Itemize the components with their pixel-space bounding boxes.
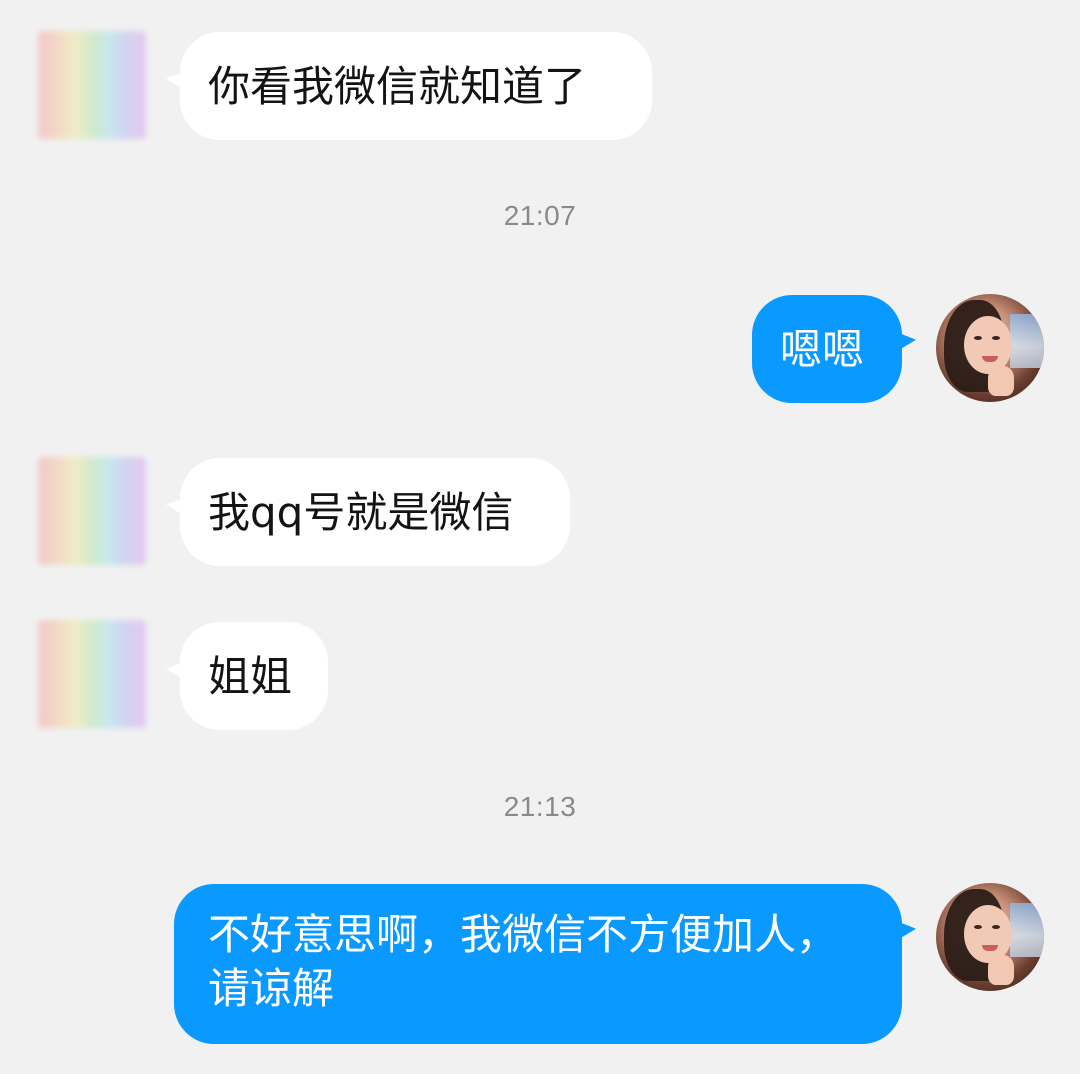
contact-avatar[interactable] bbox=[38, 457, 146, 565]
timestamp: 21:13 bbox=[503, 791, 577, 822]
timestamp: 21:07 bbox=[503, 200, 577, 231]
avatar-eye bbox=[992, 925, 1000, 929]
message-bubble-incoming[interactable]: 你看我微信就知道了 bbox=[180, 32, 652, 140]
contact-avatar[interactable] bbox=[38, 620, 146, 728]
avatar-hand bbox=[988, 366, 1014, 396]
avatar-eye bbox=[992, 336, 1000, 340]
message-text: 姐姐 bbox=[208, 652, 293, 701]
self-avatar[interactable] bbox=[936, 294, 1044, 402]
message-bubble-incoming[interactable]: 我qq号就是微信 bbox=[180, 458, 570, 566]
avatar-background bbox=[1010, 314, 1044, 368]
message-text: 你看我微信就知道了 bbox=[208, 62, 587, 111]
message-bubble-outgoing[interactable]: 嗯嗯 bbox=[752, 295, 902, 403]
avatar-eye bbox=[974, 336, 982, 340]
contact-avatar[interactable] bbox=[38, 31, 146, 139]
message-bubble-outgoing[interactable]: 不好意思啊，我微信不方便加人，请谅解 bbox=[174, 884, 902, 1044]
message-text: 不好意思啊，我微信不方便加人，请谅解 bbox=[208, 910, 839, 1013]
avatar-eye bbox=[974, 925, 982, 929]
avatar-background bbox=[1010, 903, 1044, 957]
message-text: 嗯嗯 bbox=[780, 325, 865, 374]
message-bubble-incoming[interactable]: 姐姐 bbox=[180, 622, 328, 730]
self-avatar[interactable] bbox=[936, 883, 1044, 991]
message-text: 我qq号就是微信 bbox=[208, 488, 514, 537]
chat-window: 你看我微信就知道了 21:07 嗯嗯 我qq号就是微信 姐姐 21:13 不好意… bbox=[0, 0, 1080, 1074]
avatar-hand bbox=[988, 955, 1014, 985]
